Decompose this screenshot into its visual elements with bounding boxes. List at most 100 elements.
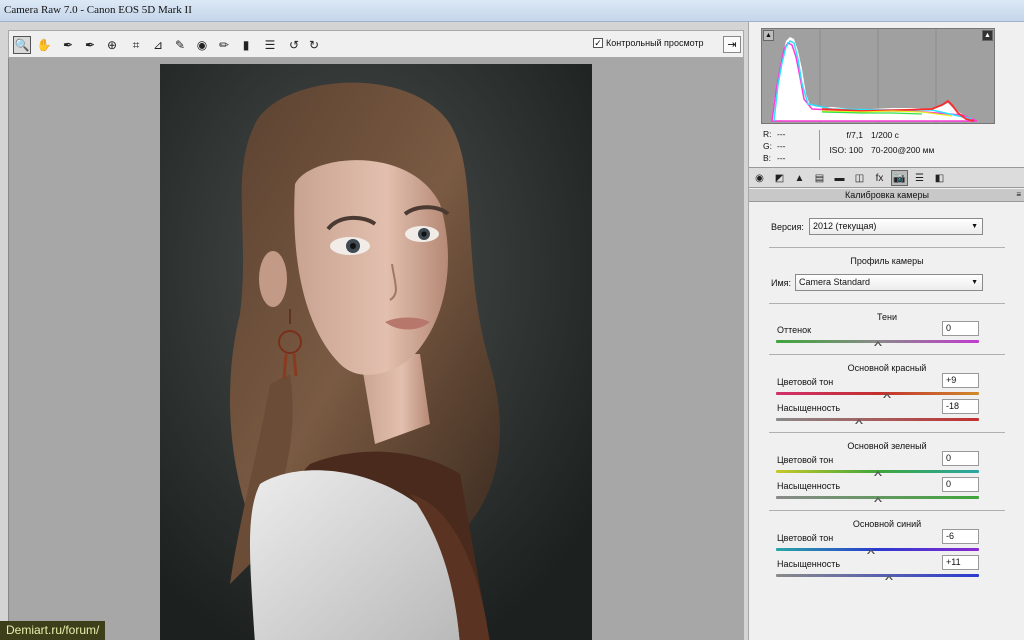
watermark: Demiart.ru/forum/: [0, 621, 106, 640]
rotate-ccw-icon[interactable]: ↺: [285, 36, 303, 54]
preferences-icon[interactable]: ☰: [261, 36, 279, 54]
shadows-tint-slider-thumb[interactable]: [873, 341, 882, 348]
red-primary-heading: Основной красный: [847, 363, 927, 373]
preview-toggle[interactable]: ✓ Контрольный просмотр: [593, 38, 704, 48]
red-saturation-input[interactable]: -18: [942, 399, 979, 414]
green-saturation-label: Насыщенность: [777, 481, 841, 491]
tab-presets[interactable]: ☰: [911, 170, 928, 186]
chevron-down-icon: ▼: [971, 279, 978, 286]
color-sampler-tool-icon[interactable]: ✒: [81, 36, 99, 54]
rotate-cw-icon[interactable]: ↻: [305, 36, 323, 54]
shutter-speed: 1/200 с: [871, 130, 899, 140]
blue-hue-slider-thumb[interactable]: [867, 549, 876, 556]
tab-snapshots[interactable]: ◧: [931, 170, 948, 186]
iso: ISO: 100: [829, 145, 863, 155]
tab-tone-curve[interactable]: ◩: [771, 170, 788, 186]
tab-split-toning[interactable]: ▬: [831, 170, 848, 186]
r-value: ---: [777, 129, 786, 139]
red-hue-slider-thumb[interactable]: [882, 393, 891, 400]
portrait-photo: [160, 64, 592, 640]
info-divider: [819, 130, 820, 160]
divider: [769, 510, 1005, 511]
blue-saturation-input[interactable]: +11: [942, 555, 979, 570]
b-label: B:: [763, 153, 772, 163]
tab-detail[interactable]: ▲: [791, 170, 808, 186]
g-label: G:: [763, 141, 772, 151]
green-hue-label: Цветовой тон: [777, 455, 834, 465]
window-title: Camera Raw 7.0 - Canon EOS 5D Mark II: [4, 4, 192, 16]
green-saturation-input[interactable]: 0: [942, 477, 979, 492]
aperture: f/7,1: [846, 130, 863, 140]
version-label: Версия:: [771, 222, 804, 232]
straighten-tool-icon[interactable]: ⊿: [149, 36, 167, 54]
tab-hsl[interactable]: ▤: [811, 170, 828, 186]
panel-title: Калибровка камеры ≡: [749, 189, 1024, 202]
spot-removal-tool-icon[interactable]: ✎: [171, 36, 189, 54]
rgb-readout: R: --- G: --- B: ---: [763, 128, 791, 164]
red-hue-label: Цветовой тон: [777, 377, 834, 387]
green-hue-input[interactable]: 0: [942, 451, 979, 466]
shadows-tint-label: Оттенок: [777, 325, 812, 335]
preview-label: Контрольный просмотр: [606, 38, 704, 48]
tab-basic[interactable]: ◉: [751, 170, 768, 186]
crop-tool-icon[interactable]: ⌗: [127, 36, 145, 54]
image-info: R: --- G: --- B: --- f/7,1 1/200 с ISO: 100 7…: [763, 128, 995, 164]
divider: [769, 303, 1005, 304]
tab-effects[interactable]: fx: [871, 170, 888, 186]
blue-saturation-label: Насыщенность: [777, 559, 841, 569]
exif-readout: f/7,1 1/200 с ISO: 100 70-200@200 мм: [827, 128, 934, 158]
tab-camera-calibration[interactable]: 📷: [891, 170, 908, 186]
profile-select[interactable]: Camera Standard ▼: [795, 274, 983, 291]
targeted-adjustment-tool-icon[interactable]: ⊕: [103, 36, 121, 54]
window-titlebar: Camera Raw 7.0 - Canon EOS 5D Mark II: [0, 0, 1024, 22]
graduated-filter-icon[interactable]: ▮: [237, 36, 255, 54]
green-saturation-slider-thumb[interactable]: [873, 497, 882, 504]
camera-profile-heading: Профиль камеры: [850, 256, 924, 266]
red-eye-tool-icon[interactable]: ◉: [193, 36, 211, 54]
name-label: Имя:: [771, 278, 792, 288]
g-value: ---: [777, 141, 786, 151]
white-balance-tool-icon[interactable]: ✒: [59, 36, 77, 54]
r-label: R:: [763, 129, 772, 139]
divider: [769, 432, 1005, 433]
red-saturation-label: Насыщенность: [777, 403, 841, 413]
shadow-clipping-icon[interactable]: ▲: [763, 30, 774, 41]
red-hue-slider-track[interactable]: [776, 392, 979, 395]
blue-hue-slider-track[interactable]: [776, 548, 979, 551]
zoom-tool-icon[interactable]: 🔍: [13, 36, 31, 54]
blue-hue-input[interactable]: -6: [942, 529, 979, 544]
camera-raw-dialog: 🔍 ✋ ✒ ✒ ⊕ ⌗ ⊿ ✎ ◉ ✏ ▮ ☰ ↺ ↻ ✓ Контрольны…: [0, 22, 1024, 640]
preview-checkbox[interactable]: ✓: [593, 38, 603, 48]
adjustment-brush-icon[interactable]: ✏: [215, 36, 233, 54]
tab-lens-corrections[interactable]: ◫: [851, 170, 868, 186]
blue-hue-label: Цветовой тон: [777, 533, 834, 543]
blue-saturation-slider-thumb[interactable]: [884, 575, 893, 582]
panel-title-text: Калибровка камеры: [845, 190, 929, 200]
divider: [769, 247, 1005, 248]
red-saturation-slider-track[interactable]: [776, 418, 979, 421]
panel-tabs: ◉ ◩ ▲ ▤ ▬ ◫ fx 📷 ☰ ◧: [749, 167, 1024, 188]
right-panel: ▲ ▲ R: --- G: --- B: --- f/7,1 1/200 с ISO: …: [748, 22, 1024, 640]
version-value: 2012 (текущая): [813, 221, 877, 231]
shadows-heading: Тени: [877, 312, 897, 322]
blue-saturation-slider-track[interactable]: [776, 574, 979, 577]
divider: [769, 354, 1005, 355]
red-hue-input[interactable]: +9: [942, 373, 979, 388]
photo-preview: [160, 64, 592, 640]
lens: 70-200@200 мм: [871, 145, 935, 155]
shadows-tint-input[interactable]: 0: [942, 321, 979, 336]
histogram-graph: [762, 29, 994, 123]
highlight-clipping-icon[interactable]: ▲: [982, 30, 993, 41]
red-saturation-slider-thumb[interactable]: [855, 419, 864, 426]
panel-menu-icon[interactable]: ≡: [1016, 189, 1021, 201]
histogram: ▲ ▲: [761, 28, 995, 124]
image-preview-area[interactable]: [8, 58, 744, 640]
hand-tool-icon[interactable]: ✋: [35, 36, 53, 54]
version-select[interactable]: 2012 (текущая) ▼: [809, 218, 983, 235]
fullscreen-toggle-icon[interactable]: ⇥: [723, 36, 741, 53]
b-value: ---: [777, 153, 786, 163]
chevron-down-icon: ▼: [971, 223, 978, 230]
toolbar: 🔍 ✋ ✒ ✒ ⊕ ⌗ ⊿ ✎ ◉ ✏ ▮ ☰ ↺ ↻ ✓ Контрольны…: [8, 30, 744, 58]
green-primary-heading: Основной зеленый: [847, 441, 927, 451]
green-hue-slider-thumb[interactable]: [873, 471, 882, 478]
